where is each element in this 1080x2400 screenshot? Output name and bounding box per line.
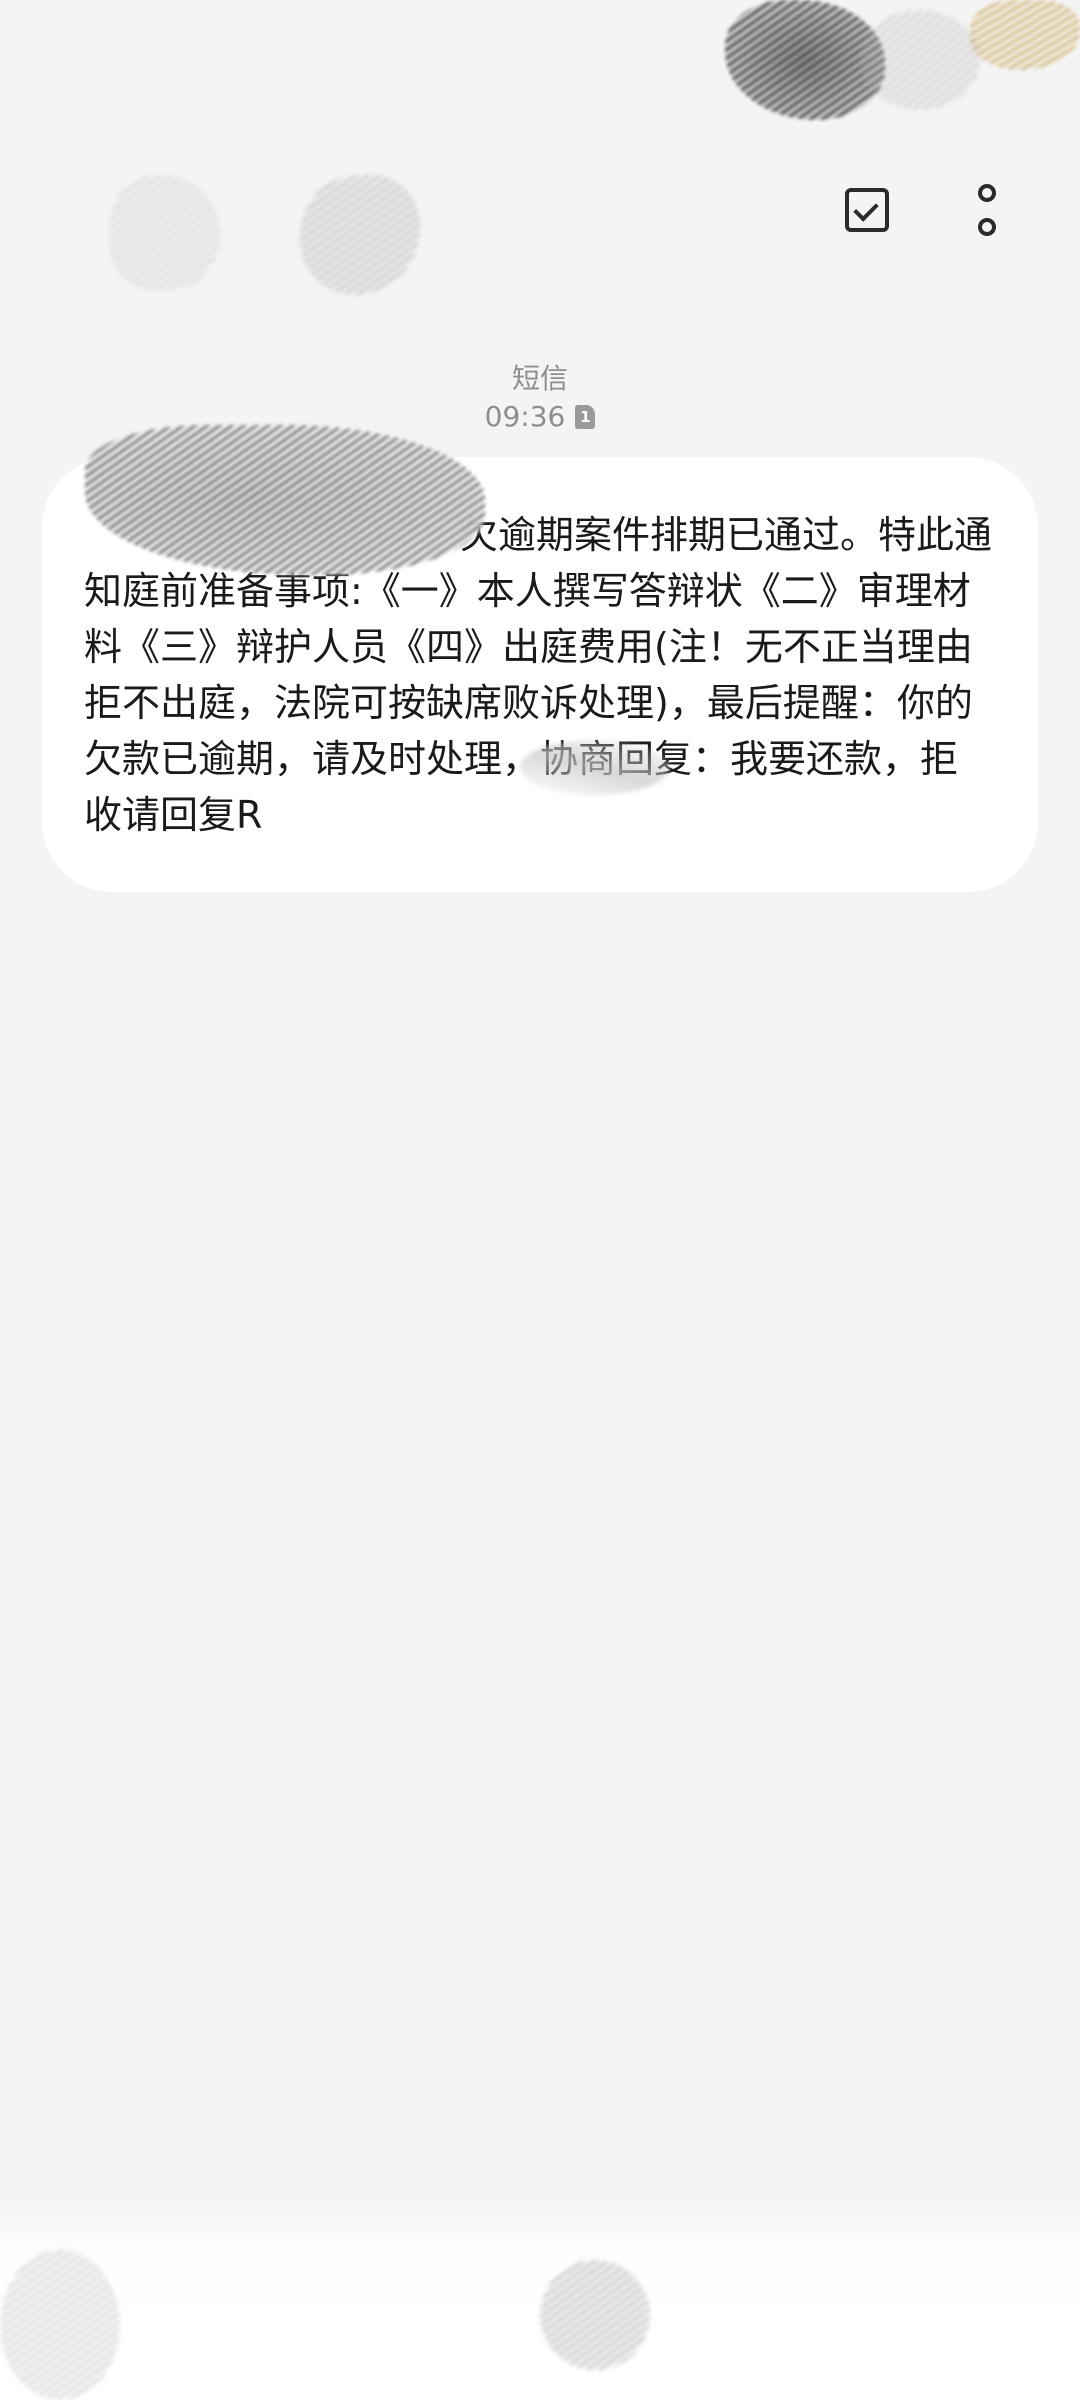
checkbox-icon <box>845 188 889 232</box>
sim-card-icon: 1 <box>575 405 596 429</box>
redaction-scribble <box>0 2250 120 2400</box>
message-bubble[interactable]: 欠逾期案件排期已通过。特此通知庭前准备事项:《一》本人撰写答辩状《二》审理材料《… <box>42 457 1038 892</box>
redaction-scribble <box>540 2260 650 2370</box>
bottom-fade <box>0 2200 1080 2400</box>
redaction-scribble <box>300 175 420 295</box>
more-vert-icon <box>975 184 999 236</box>
redaction-scribble <box>970 0 1080 70</box>
time-row: 09:36 1 <box>485 398 596 436</box>
sender-label: 短信 <box>511 362 568 395</box>
redaction-scribble <box>110 175 220 290</box>
select-messages-button[interactable] <box>832 175 902 245</box>
message-header: 短信 09:36 1 <box>0 360 1080 436</box>
message-text: 欠逾期案件排期已通过。特此通知庭前准备事项:《一》本人撰写答辩状《二》审理材料《… <box>84 513 993 837</box>
more-options-button[interactable] <box>952 175 1022 245</box>
redaction-scribble <box>860 10 980 110</box>
redaction-scribble <box>725 0 885 120</box>
message-time: 09:36 <box>484 400 566 433</box>
